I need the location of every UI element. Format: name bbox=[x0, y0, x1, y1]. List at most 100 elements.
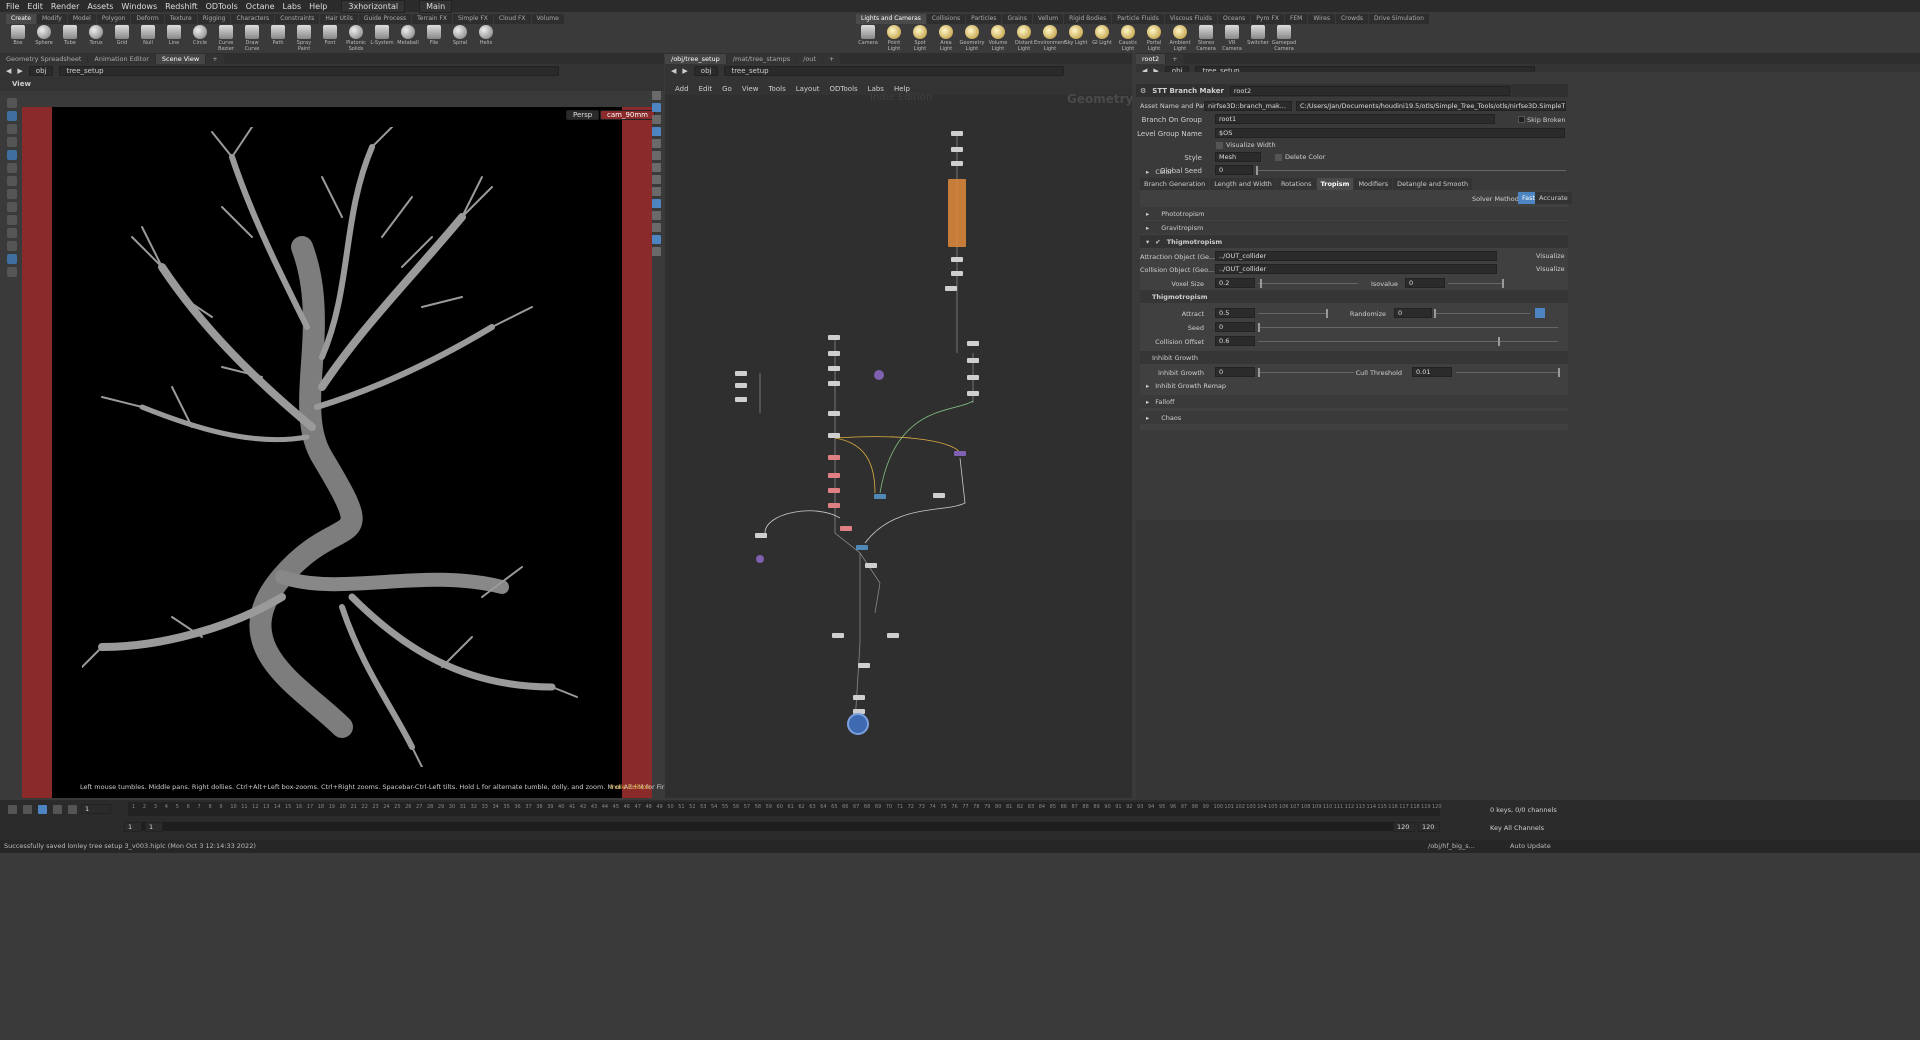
tool-volume-light[interactable]: Volume Light bbox=[986, 25, 1010, 52]
desktop-selector[interactable]: 3xhorizontal bbox=[341, 0, 406, 13]
shelf-tab-simple-fx[interactable]: Simple FX bbox=[452, 14, 493, 24]
tool-metaball[interactable]: Metaball bbox=[396, 25, 420, 52]
path-root[interactable]: obj bbox=[693, 65, 719, 76]
shelf-tab-modify[interactable]: Modify bbox=[36, 14, 67, 24]
gravitropism-folder[interactable]: ▸ Gravitropism bbox=[1140, 221, 1568, 234]
tool-camera[interactable]: Camera bbox=[856, 25, 880, 52]
network-node[interactable] bbox=[755, 533, 767, 538]
network-node-object-merge[interactable] bbox=[874, 370, 884, 380]
background-icon[interactable] bbox=[652, 139, 661, 148]
view-tool-icon[interactable] bbox=[7, 202, 17, 212]
attraction-field[interactable]: ../OUT_collider bbox=[1215, 251, 1497, 261]
network-node[interactable] bbox=[967, 341, 979, 346]
thigmotropism-checkbox-icon[interactable]: ✔ bbox=[1155, 238, 1160, 246]
tab-modifiers[interactable]: Modifiers bbox=[1354, 178, 1393, 190]
randomize-slider[interactable] bbox=[1434, 309, 1530, 318]
style-menu[interactable]: Mesh bbox=[1215, 152, 1261, 162]
tool-draw-curve[interactable]: Draw Curve bbox=[240, 25, 264, 52]
tab-geometry-spreadsheet[interactable]: Geometry Spreadsheet bbox=[0, 54, 88, 64]
shelf-tab-characters[interactable]: Characters bbox=[231, 14, 275, 24]
wireframe-icon[interactable] bbox=[652, 127, 661, 136]
inhibit-growth-field[interactable]: 0 bbox=[1215, 367, 1255, 377]
menu-help[interactable]: Help bbox=[309, 2, 327, 11]
shelf-tab-terrain-fx[interactable]: Terrain FX bbox=[412, 14, 452, 24]
back-arrow-icon[interactable]: ◀ bbox=[6, 67, 11, 75]
network-node[interactable] bbox=[858, 663, 870, 668]
persp-menu[interactable]: Persp bbox=[566, 110, 600, 120]
thigmotropism-folder[interactable]: ▾ ✔ Thigmotropism bbox=[1140, 235, 1568, 248]
network-node[interactable] bbox=[832, 633, 844, 638]
timeline-ruler[interactable]: 1 2 3 4 5 6 7 8 9 10 11 12 13 14 15 16 17 18 19 20 21 22 23 24 2… bbox=[128, 802, 1442, 816]
asset-name-field[interactable]: nirfse3D::branch_mak... bbox=[1204, 101, 1292, 111]
tool-sphere[interactable]: Sphere bbox=[32, 25, 56, 52]
tool-box[interactable]: Box bbox=[6, 25, 30, 52]
network-node[interactable] bbox=[951, 147, 963, 152]
shelf-tab-constraints[interactable]: Constraints bbox=[275, 14, 320, 24]
add-tab-button[interactable]: + bbox=[206, 54, 224, 64]
branch-on-group-field[interactable]: root1 bbox=[1215, 114, 1495, 124]
display-options-icon[interactable] bbox=[652, 91, 661, 100]
network-node[interactable] bbox=[853, 695, 865, 700]
solver-accurate-button[interactable]: Accurate bbox=[1535, 192, 1572, 204]
shelf-tab-viscous-fluids[interactable]: Viscous Fluids bbox=[1164, 14, 1217, 24]
network-node[interactable] bbox=[828, 433, 840, 438]
current-frame-field[interactable]: 1 bbox=[81, 804, 111, 814]
network-node[interactable] bbox=[840, 526, 852, 531]
tab-length-width[interactable]: Length and Width bbox=[1210, 178, 1276, 190]
cull-threshold-slider[interactable] bbox=[1456, 368, 1560, 377]
pose-tool-icon[interactable] bbox=[7, 163, 17, 173]
menu-assets[interactable]: Assets bbox=[87, 2, 113, 11]
network-node[interactable] bbox=[967, 358, 979, 363]
network-node[interactable] bbox=[954, 451, 966, 456]
shelf-tab-particle-fluids[interactable]: Particle Fluids bbox=[1112, 14, 1164, 24]
level-group-field[interactable]: $OS bbox=[1215, 128, 1565, 138]
visualize-width-checkbox[interactable] bbox=[1216, 142, 1223, 149]
seed-slider[interactable] bbox=[1258, 323, 1558, 332]
shelf-tab-cloud-fx[interactable]: Cloud FX bbox=[493, 14, 531, 24]
path-node[interactable]: tree_setup bbox=[724, 65, 1065, 76]
shelf-tab-collisions[interactable]: Collisions bbox=[926, 14, 966, 24]
network-editor[interactable]: Add Edit Go View Tools Layout ODTools La… bbox=[665, 83, 1133, 798]
shelf-tab-vellum[interactable]: Vellum bbox=[1032, 14, 1064, 24]
tool-spot-light[interactable]: Spot Light bbox=[908, 25, 932, 52]
viewport[interactable]: Persp cam_90mm Left mouse tumbles. Middl… bbox=[22, 107, 734, 798]
play-icon[interactable] bbox=[53, 804, 62, 814]
attract-slider[interactable] bbox=[1258, 309, 1328, 318]
add-tab-button[interactable]: + bbox=[1166, 54, 1184, 64]
tool-grid[interactable]: Grid bbox=[110, 25, 134, 52]
tool-area-light[interactable]: Area Light bbox=[934, 25, 958, 52]
forward-arrow-icon[interactable]: ▶ bbox=[682, 67, 687, 75]
snapshot-icon[interactable] bbox=[652, 247, 661, 256]
network-node[interactable] bbox=[828, 351, 840, 356]
menu-octane[interactable]: Octane bbox=[246, 2, 275, 11]
tool-sky-light[interactable]: Sky Light bbox=[1064, 25, 1088, 52]
cull-threshold-field[interactable]: 0.01 bbox=[1412, 367, 1452, 377]
collision-offset-slider[interactable] bbox=[1258, 337, 1558, 346]
network-node[interactable] bbox=[828, 366, 840, 371]
tool-l-system[interactable]: L-System bbox=[370, 25, 394, 52]
render-tool-icon[interactable] bbox=[7, 267, 17, 277]
tool-caustic-light[interactable]: Caustic Light bbox=[1116, 25, 1140, 52]
network-node[interactable] bbox=[951, 257, 963, 262]
rotate-tool-icon[interactable] bbox=[7, 124, 17, 134]
points-icon[interactable] bbox=[652, 151, 661, 160]
tab-detangle-smooth[interactable]: Detangle and Smooth bbox=[1393, 178, 1473, 190]
tool-platonic-solids[interactable]: Platonic Solids bbox=[344, 25, 368, 52]
key-all-channels[interactable]: Key All Channels bbox=[1490, 824, 1544, 832]
network-node[interactable] bbox=[735, 371, 747, 376]
tool-curve-bezier[interactable]: Curve Bezier bbox=[214, 25, 238, 52]
zoom-tool-icon[interactable] bbox=[7, 241, 17, 251]
network-node[interactable] bbox=[967, 391, 979, 396]
path-root[interactable]: obj bbox=[28, 65, 54, 76]
tool-font[interactable]: Font bbox=[318, 25, 342, 52]
shelf-tab-rigging[interactable]: Rigging bbox=[197, 14, 231, 24]
phototropism-folder[interactable]: ▸ Phototropism bbox=[1140, 207, 1568, 220]
tab-root2[interactable]: root2 bbox=[1136, 54, 1166, 64]
falloff-folder[interactable]: ▸ Falloff bbox=[1140, 395, 1568, 408]
network-node[interactable] bbox=[945, 286, 957, 291]
shelf-tab-wires[interactable]: Wires bbox=[1308, 14, 1335, 24]
pan-tool-icon[interactable] bbox=[7, 228, 17, 238]
tool-file[interactable]: File bbox=[422, 25, 446, 52]
shelf-tab-polygon[interactable]: Polygon bbox=[96, 14, 131, 24]
auto-update-menu[interactable]: Auto Update bbox=[1510, 840, 1551, 852]
